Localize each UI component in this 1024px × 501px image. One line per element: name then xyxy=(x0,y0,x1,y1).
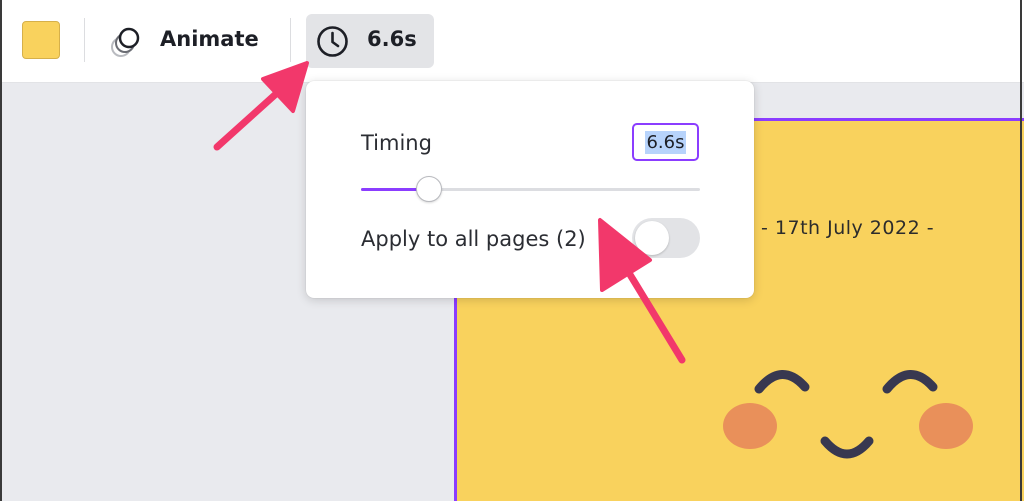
toggle-knob xyxy=(635,221,669,255)
timing-popover: Timing 6.6s Apply to all pages (2) xyxy=(306,81,754,298)
smiley-face-graphic[interactable] xyxy=(717,361,987,491)
smile-mouth xyxy=(820,436,874,459)
animate-layers-icon xyxy=(111,27,140,57)
animate-button[interactable]: Animate xyxy=(100,14,270,68)
timing-button[interactable]: 6.6s xyxy=(306,14,434,68)
timing-value-text: 6.6s xyxy=(645,130,686,154)
timing-slider-thumb[interactable] xyxy=(416,176,442,202)
editor-toolbar: Animate 6.6s xyxy=(0,0,1024,83)
left-cheek xyxy=(723,403,777,449)
apply-to-all-pages-label: Apply to all pages (2) xyxy=(361,227,586,251)
timing-button-label: 6.6s xyxy=(367,27,417,51)
timing-label: Timing xyxy=(361,131,432,155)
date-text[interactable]: - 17th July 2022 - xyxy=(761,217,934,239)
timing-slider[interactable] xyxy=(361,176,700,202)
color-swatch-button[interactable] xyxy=(22,21,60,59)
animate-label: Animate xyxy=(160,27,259,51)
clock-icon xyxy=(317,26,348,57)
toolbar-divider xyxy=(84,18,85,62)
timing-value-input[interactable]: 6.6s xyxy=(632,123,699,161)
apply-to-all-pages-toggle[interactable] xyxy=(632,218,700,258)
left-eye xyxy=(754,370,810,394)
toolbar-divider xyxy=(290,18,291,62)
right-cheek xyxy=(919,403,973,449)
right-eye xyxy=(882,370,938,394)
